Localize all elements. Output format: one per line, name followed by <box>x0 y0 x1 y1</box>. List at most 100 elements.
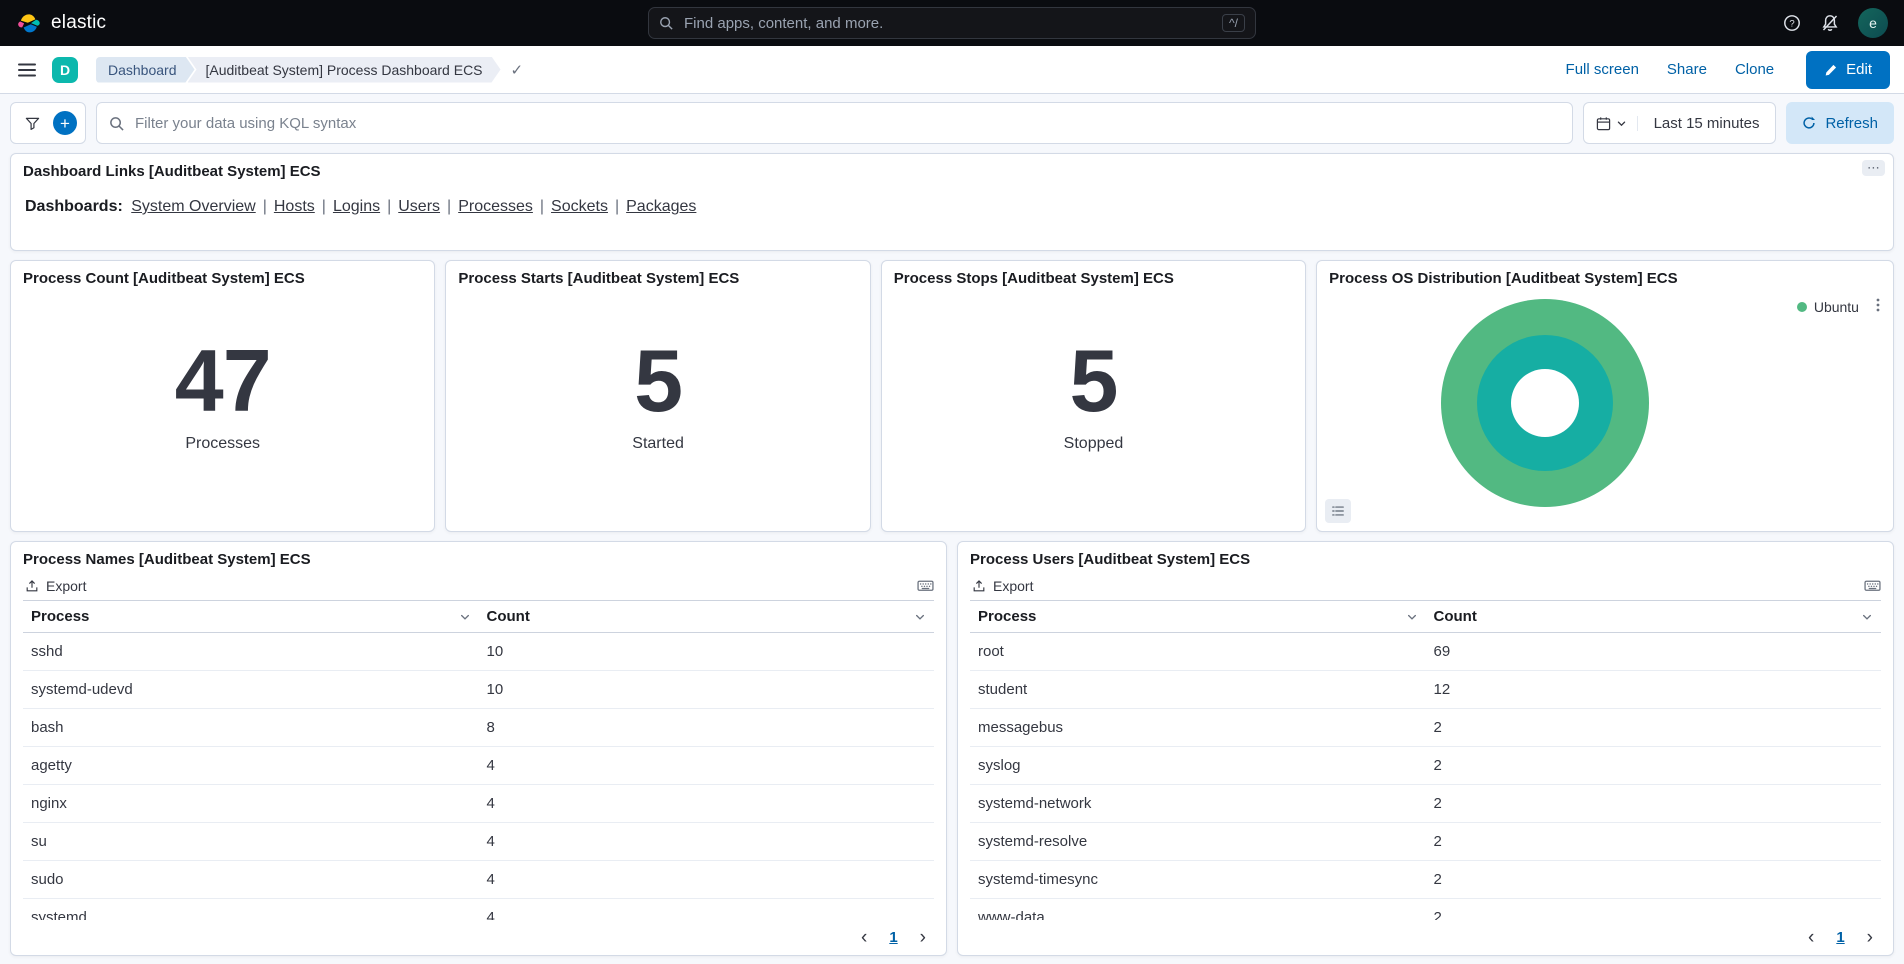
count-cell: 69 <box>1426 633 1882 671</box>
dashboard-link-users[interactable]: Users <box>398 198 440 215</box>
count-cell: 2 <box>1426 785 1882 823</box>
process-names-table-scroll[interactable]: Process Count sshd10systemd-udevd10bash8… <box>23 600 934 920</box>
elastic-logo-icon <box>16 10 42 36</box>
count-cell: 4 <box>479 861 935 899</box>
kql-query-input[interactable] <box>133 114 1560 133</box>
sort-chevron-icon <box>459 611 471 623</box>
process-users-table-scroll[interactable]: Process Count root69student12messagebus2… <box>970 600 1881 920</box>
calendar-menu-button[interactable] <box>1596 116 1638 131</box>
keyboard-icon[interactable] <box>1864 577 1881 594</box>
legend-item-ubuntu[interactable]: Ubuntu <box>1797 299 1859 315</box>
table-row: student12 <box>970 671 1881 709</box>
tables-row: Process Names [Auditbeat System] ECS Exp… <box>10 541 1894 956</box>
page-number[interactable]: 1 <box>1836 929 1844 946</box>
refresh-icon <box>1802 116 1816 130</box>
time-range-button[interactable]: Last 15 minutes <box>1638 115 1776 132</box>
prev-page-button[interactable]: ‹ <box>861 928 867 947</box>
add-filter-button[interactable]: + <box>53 111 77 135</box>
panel-process-users: Process Users [Auditbeat System] ECS Exp… <box>957 541 1894 956</box>
export-icon <box>25 579 39 593</box>
export-label: Export <box>993 578 1033 594</box>
panel-process-count: Process Count [Auditbeat System] ECS 47 … <box>10 260 435 532</box>
share-button[interactable]: Share <box>1667 61 1707 78</box>
search-icon <box>659 16 673 30</box>
help-icon[interactable]: ? <box>1782 13 1802 33</box>
global-search-input[interactable] <box>682 14 1213 33</box>
metric-label: Started <box>632 435 684 453</box>
dashboard-link-sockets[interactable]: Sockets <box>551 198 608 215</box>
logo-text: elastic <box>51 12 106 34</box>
edit-button-label: Edit <box>1846 61 1872 78</box>
prev-page-button[interactable]: ‹ <box>1808 928 1814 947</box>
count-cell: 12 <box>1426 671 1882 709</box>
sort-chevron-icon <box>1861 611 1873 623</box>
process-cell: su <box>23 823 479 861</box>
dashboard-link-processes[interactable]: Processes <box>458 198 533 215</box>
kql-search-box[interactable] <box>96 102 1573 144</box>
metric-label: Processes <box>185 435 260 453</box>
count-cell: 2 <box>1426 899 1882 920</box>
panel-title: Process Users [Auditbeat System] ECS <box>958 542 1893 567</box>
column-header-count[interactable]: Count <box>479 601 935 633</box>
refresh-button[interactable]: Refresh <box>1786 102 1894 144</box>
full-screen-button[interactable]: Full screen <box>1566 61 1639 78</box>
hamburger-menu-icon[interactable] <box>14 57 40 83</box>
panel-menu-icon[interactable]: ⋯ <box>1862 160 1885 176</box>
process-cell: agetty <box>23 747 479 785</box>
alerts-bell-icon[interactable] <box>1820 13 1840 33</box>
link-separator: | <box>263 198 267 215</box>
breadcrumb-dashboard[interactable]: Dashboard <box>96 57 195 83</box>
metric-body: 47 Processes <box>11 261 434 531</box>
process-names-table: Process Count sshd10systemd-udevd10bash8… <box>23 600 934 920</box>
process-cell: systemd-resolve <box>970 823 1426 861</box>
panel-process-names: Process Names [Auditbeat System] ECS Exp… <box>10 541 947 956</box>
space-badge[interactable]: D <box>52 57 78 83</box>
breadcrumb-current[interactable]: [Auditbeat System] Process Dashboard ECS <box>188 57 501 83</box>
elastic-home-link[interactable]: elastic <box>16 10 106 36</box>
table-row: bash8 <box>23 709 934 747</box>
next-page-button[interactable]: › <box>920 928 926 947</box>
dashboard-link-system-overview[interactable]: System Overview <box>131 198 255 215</box>
keyboard-icon[interactable] <box>917 577 934 594</box>
app-nav-bar: D Dashboard [Auditbeat System] Process D… <box>0 46 1904 94</box>
edit-button[interactable]: Edit <box>1806 51 1890 89</box>
kebab-menu-icon[interactable] <box>1871 297 1885 313</box>
process-cell: root <box>970 633 1426 671</box>
table-row: root69 <box>970 633 1881 671</box>
search-icon <box>109 116 124 131</box>
count-cell: 8 <box>479 709 935 747</box>
table-row: su4 <box>23 823 934 861</box>
table-row: sudo4 <box>23 861 934 899</box>
process-cell: bash <box>23 709 479 747</box>
column-header-count[interactable]: Count <box>1426 601 1882 633</box>
panel-title: Dashboard Links [Auditbeat System] ECS <box>11 154 1893 180</box>
filter-menu-icon[interactable] <box>19 110 45 136</box>
column-header-process[interactable]: Process <box>23 601 479 633</box>
svg-text:?: ? <box>1789 19 1794 30</box>
process-cell: nginx <box>23 785 479 823</box>
legend-toggle-icon[interactable] <box>1325 499 1351 523</box>
table-header-row: Process Count <box>23 601 934 633</box>
metric-body: 5 Started <box>446 261 869 531</box>
table-row: nginx4 <box>23 785 934 823</box>
table-row: systemd-timesync2 <box>970 861 1881 899</box>
count-cell: 2 <box>1426 709 1882 747</box>
table-header-row: Process Count <box>970 601 1881 633</box>
chevron-down-icon <box>1616 118 1627 129</box>
global-search-box[interactable]: ^/ <box>648 7 1256 39</box>
page-number[interactable]: 1 <box>889 929 897 946</box>
metrics-row: Process Count [Auditbeat System] ECS 47 … <box>10 260 1894 532</box>
dashboard-link-logins[interactable]: Logins <box>333 198 380 215</box>
dashboard-link-packages[interactable]: Packages <box>626 198 696 215</box>
next-page-button[interactable]: › <box>1867 928 1873 947</box>
column-header-process[interactable]: Process <box>970 601 1426 633</box>
dashboard-body: + Last 15 minutes Refresh Dashboard Link… <box>0 94 1904 964</box>
clone-button[interactable]: Clone <box>1735 61 1774 78</box>
export-button[interactable]: Export <box>972 578 1033 594</box>
dashboard-link-hosts[interactable]: Hosts <box>274 198 315 215</box>
os-distribution-donut <box>1437 295 1653 511</box>
user-avatar[interactable]: e <box>1858 8 1888 38</box>
export-button[interactable]: Export <box>25 578 86 594</box>
table-row: www-data2 <box>970 899 1881 920</box>
dashboards-label: Dashboards: <box>25 198 123 215</box>
